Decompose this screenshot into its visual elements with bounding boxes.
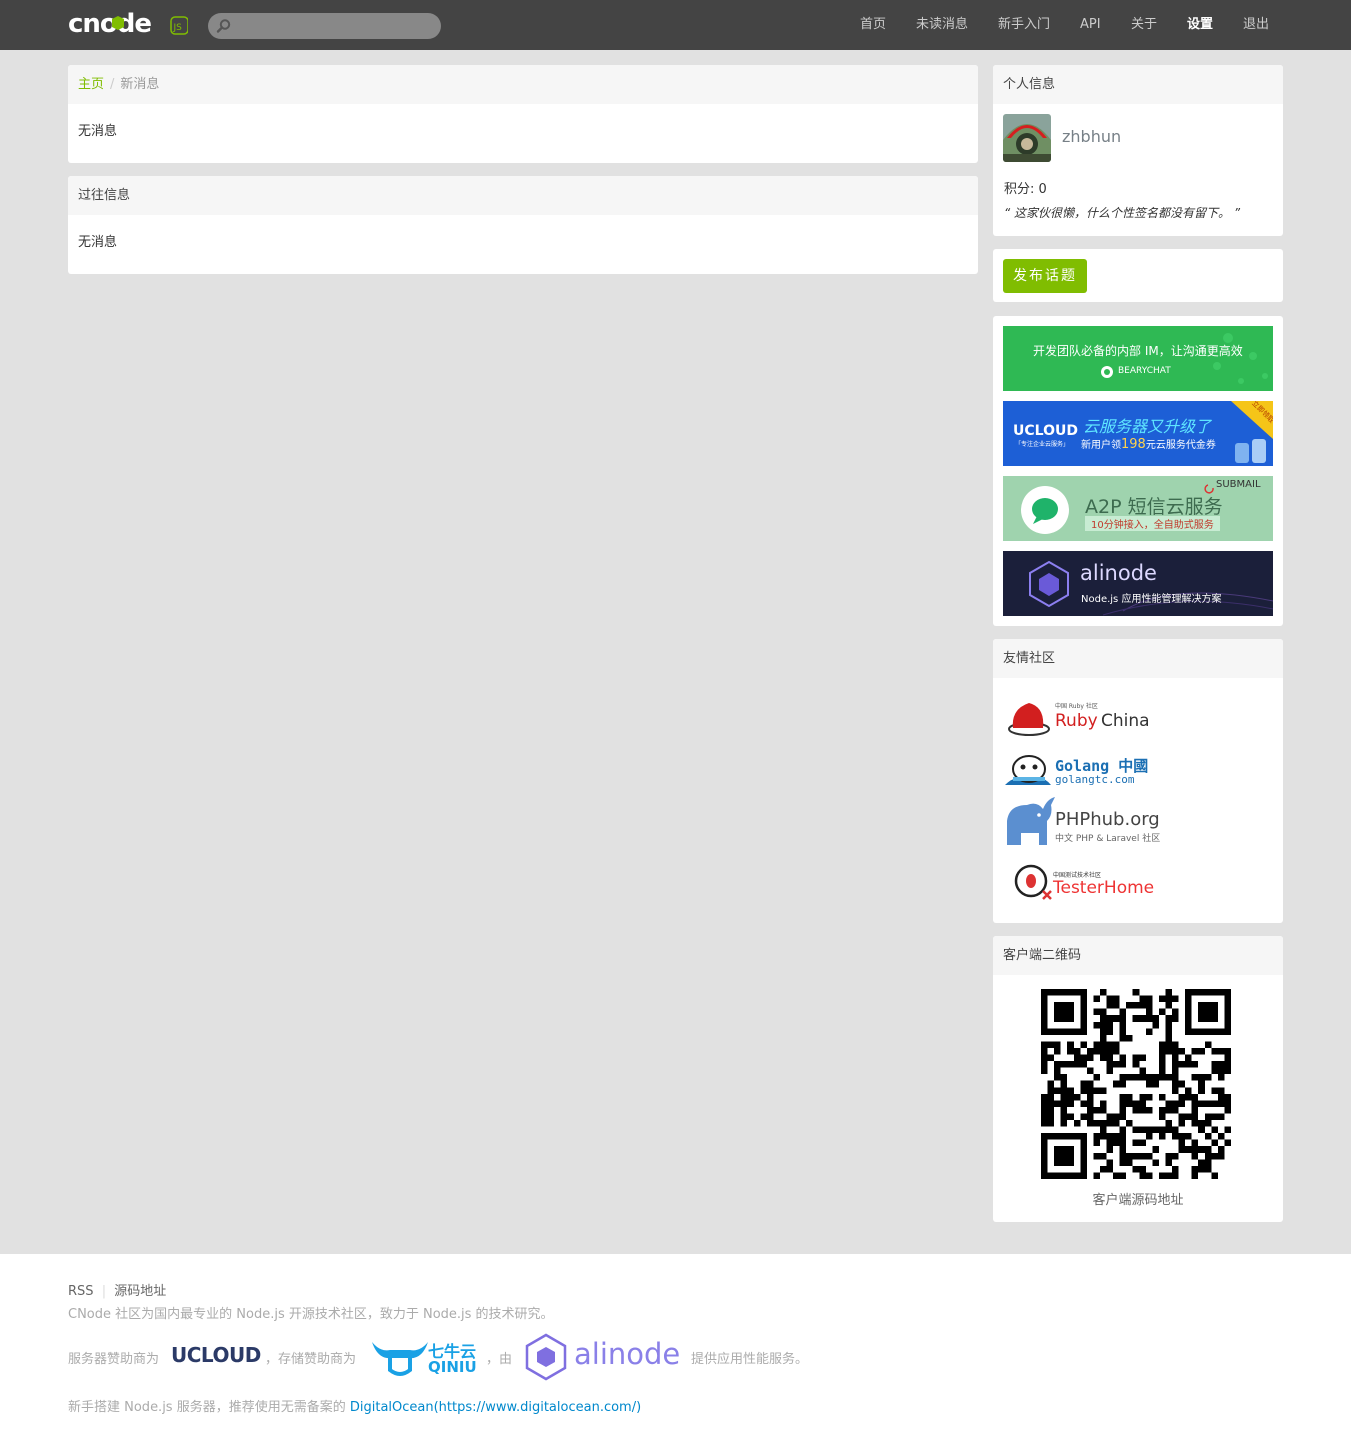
ad-ucloud[interactable]: UCLOUD 「专注企业云服务」 云服务器又升级了 新用户领198元云服务代金券… <box>1003 401 1273 466</box>
search-input[interactable] <box>208 13 441 39</box>
ad-alinode-subline: Node.js 应用性能管理解决方案 <box>1081 594 1222 605</box>
ad-alinode[interactable]: alinode Node.js 应用性能管理解决方案 <box>1003 551 1273 616</box>
footer-sponsor-text-2: ，存储赞助商为 <box>265 1352 357 1367</box>
footer-qiniu-logo[interactable]: 七牛云 QINIU <box>370 1336 485 1380</box>
ad-bearychat-line2: BEARYCHAT <box>1118 366 1171 376</box>
phphub-label-b: 中文 PHP & Laravel 社区 <box>1055 834 1161 844</box>
profile-title: 个人信息 <box>993 65 1283 104</box>
ad-bearychat[interactable]: 开发团队必备的内部 IM，让沟通更高效 BEARYCHAT <box>1003 326 1273 391</box>
qrcode-source-link[interactable]: 客户端源码地址 <box>993 1189 1283 1208</box>
nav-settings[interactable]: 设置 <box>1187 0 1213 50</box>
past-messages-empty: 无消息 <box>78 235 118 250</box>
qrcode-image <box>1041 989 1231 1179</box>
footer-sponsor-text-4: 提供应用性能服务。 <box>691 1352 809 1367</box>
testerhome-label-a: TesterHome <box>1053 878 1155 898</box>
qrcode-panel: 客户端二维码 客户端源码地址 <box>993 936 1283 1222</box>
footer-sponsor-text-1: 服务器赞助商为 <box>68 1352 160 1367</box>
ad-ucloud-tagline: 「专注企业云服务」 <box>1015 441 1070 448</box>
friend-link-ruby-china[interactable]: 中国 Ruby 社区 Ruby China <box>1003 695 1163 741</box>
ruby-china-logo-icon <box>1008 703 1050 736</box>
logo-badge: JS <box>173 23 183 33</box>
footer-digitalocean-link[interactable]: DigitalOcean(https://www.digitalocean.co… <box>350 1400 641 1415</box>
qiniu-bull-icon <box>372 1342 428 1376</box>
nav-api[interactable]: API <box>1080 0 1101 50</box>
past-messages-title: 过往信息 <box>68 176 978 215</box>
new-messages-empty: 无消息 <box>78 124 118 139</box>
phphub-label-a: PHPhub.org <box>1055 809 1160 830</box>
ad-ucloud-headline: 云服务器又升级了 <box>1083 417 1212 436</box>
ad-ucloud-subline: 新用户领198元云服务代金券 <box>1081 437 1216 452</box>
breadcrumb-separator: / <box>110 77 115 92</box>
search-icon <box>216 19 231 33</box>
alinode-text: alinode <box>574 1337 681 1371</box>
nav-about[interactable]: 关于 <box>1131 0 1157 50</box>
profile-signature: “ 这家伙很懒，什么个性签名都没有留下。 ” <box>1004 206 1241 220</box>
qiniu-en-text: QINIU <box>428 1358 477 1376</box>
ruby-china-small: 中国 Ruby 社区 <box>1055 703 1098 710</box>
qrcode-title: 客户端二维码 <box>993 936 1283 975</box>
nav-home[interactable]: 首页 <box>860 0 886 50</box>
footer-rss-link[interactable]: RSS <box>68 1284 94 1299</box>
profile-panel: 个人信息 zhbhun 积分: 0 “ 这家伙很懒，什么个性签名都没有留下。 ” <box>993 65 1283 236</box>
ad-submail[interactable]: SUBMAIL A2P 短信云服务 10分钟接入，全自助式服务 <box>1003 476 1273 541</box>
footer-host-text: 新手搭建 Node.js 服务器，推荐使用无需备案的 <box>68 1400 346 1415</box>
profile-username[interactable]: zhbhun <box>1062 127 1121 146</box>
past-messages-panel: 过往信息 无消息 <box>68 176 978 274</box>
ad-alinode-brand: alinode <box>1080 561 1157 585</box>
new-messages-panel: 主页 / 新消息 无消息 <box>68 65 978 163</box>
friend-link-testerhome[interactable]: 中国测试技术社区 TesterHome <box>1003 861 1163 907</box>
footer-host: 新手搭建 Node.js 服务器，推荐使用无需备案的 DigitalOcean(… <box>68 1396 641 1415</box>
profile-score: 积分: 0 <box>1004 182 1047 197</box>
footer-ucloud-logo[interactable]: UCLOUD <box>171 1343 261 1367</box>
breadcrumb-current: 新消息 <box>120 77 160 92</box>
testerhome-bug-icon <box>1014 864 1052 900</box>
ad-submail-headline: A2P 短信云服务 <box>1085 496 1223 518</box>
ad-ucloud-brand: UCLOUD <box>1013 423 1078 439</box>
footer-source-link[interactable]: 源码地址 <box>114 1284 166 1299</box>
friend-link-golang[interactable]: Golang 中國 golangtc.com <box>1003 747 1163 793</box>
friends-title: 友情社区 <box>993 639 1283 678</box>
ad-bearychat-line1: 开发团队必备的内部 IM，让沟通更高效 <box>1033 344 1243 358</box>
friends-panel: 友情社区 中国 Ruby 社区 Ruby China Golang 中國 gol… <box>993 639 1283 923</box>
breadcrumb: 主页 / 新消息 <box>68 65 978 104</box>
nav-getting-started[interactable]: 新手入门 <box>998 0 1050 50</box>
ads-panel: 开发团队必备的内部 IM，让沟通更高效 BEARYCHAT UCLOUD 「专注… <box>993 316 1283 626</box>
golang-label-b: golangtc.com <box>1055 773 1135 786</box>
golang-gopher-icon <box>1005 755 1051 785</box>
cnode-logo[interactable]: cnode JS <box>68 8 189 39</box>
publish-topic-button[interactable]: 发布话题 <box>1003 259 1087 293</box>
footer: RSS | 源码地址 CNode 社区为国内最专业的 Node.js 开源技术社… <box>0 1254 1351 1445</box>
footer-alinode-logo[interactable]: alinode <box>524 1333 684 1381</box>
avatar[interactable] <box>1003 114 1051 162</box>
friend-link-phphub[interactable]: PHPhub.org 中文 PHP & Laravel 社区 <box>1003 795 1163 845</box>
breadcrumb-home-link[interactable]: 主页 <box>78 77 104 92</box>
navbar: cnode JS 首页 未读消息 新手入门 API 关于 设置 退出 <box>0 0 1351 50</box>
footer-divider: | <box>101 1284 107 1299</box>
ruby-china-label-b: China <box>1101 711 1150 731</box>
phphub-elephant-icon <box>1007 797 1055 845</box>
ruby-china-label-a: Ruby <box>1055 711 1098 731</box>
nav-logout[interactable]: 退出 <box>1243 0 1269 50</box>
footer-sponsor-text-3: ，由 <box>486 1352 513 1367</box>
nav-unread-messages[interactable]: 未读消息 <box>916 0 968 50</box>
ad-submail-brand: SUBMAIL <box>1216 479 1261 490</box>
logo-text: cnode <box>68 9 151 38</box>
footer-links: RSS | 源码地址 <box>68 1280 166 1299</box>
footer-about: CNode 社区为国内最专业的 Node.js 开源技术社区，致力于 Node.… <box>68 1307 554 1322</box>
ad-submail-subline: 10分钟接入，全自助式服务 <box>1085 516 1220 531</box>
publish-panel: 发布话题 <box>993 249 1283 302</box>
alinode-cube-icon <box>525 1333 567 1381</box>
